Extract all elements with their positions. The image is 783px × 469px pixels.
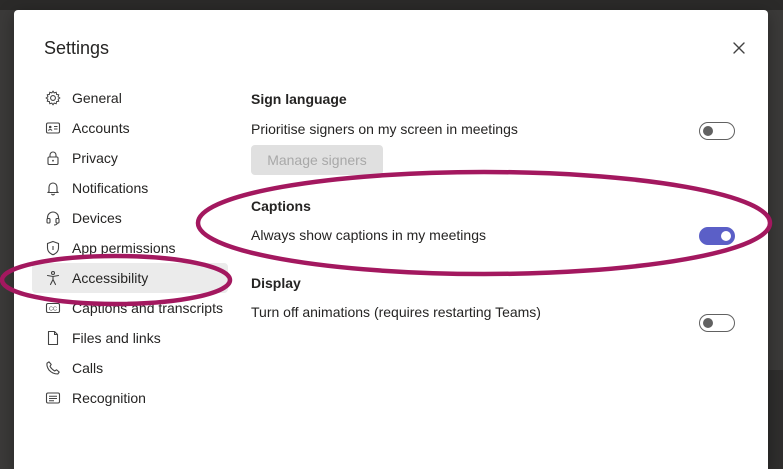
document-icon (44, 329, 62, 347)
shield-icon (44, 239, 62, 257)
phone-icon (44, 359, 62, 377)
nav-label: Devices (72, 210, 122, 226)
section-title-display: Display (251, 275, 301, 291)
settings-nav: General Accounts Privacy Notifications D… (32, 83, 228, 413)
always-show-captions-label: Always show captions in my meetings (251, 227, 486, 243)
nav-label: App permissions (72, 240, 176, 256)
section-title-sign-language: Sign language (251, 91, 347, 107)
bell-icon (44, 179, 62, 197)
svg-text:CC: CC (49, 306, 57, 312)
turn-off-animations-label: Turn off animations (requires restarting… (251, 304, 541, 320)
section-title-captions: Captions (251, 198, 311, 214)
headset-icon (44, 209, 62, 227)
nav-item-devices[interactable]: Devices (32, 203, 228, 233)
nav-item-privacy[interactable]: Privacy (32, 143, 228, 173)
nav-item-accessibility[interactable]: Accessibility (32, 263, 228, 293)
toggle-knob (721, 231, 731, 241)
nav-label: Calls (72, 360, 104, 376)
lock-icon (44, 149, 62, 167)
dialog-title: Settings (44, 38, 110, 58)
toggle-knob (703, 126, 713, 136)
close-button[interactable] (727, 36, 751, 60)
app-top-bar (0, 0, 783, 10)
manage-signers-button[interactable]: Manage signers (251, 145, 383, 175)
nav-item-calls[interactable]: Calls (32, 353, 228, 383)
turn-off-animations-toggle[interactable] (699, 314, 735, 332)
nav-label: Accounts (72, 120, 130, 136)
nav-label: Privacy (72, 150, 118, 166)
settings-dialog: Settings General Accounts Privacy Notifi… (14, 10, 768, 469)
nav-label: Captions and transcripts (72, 300, 223, 316)
nav-item-accounts[interactable]: Accounts (32, 113, 228, 143)
nav-item-notifications[interactable]: Notifications (32, 173, 228, 203)
close-icon (733, 42, 745, 54)
recognition-icon (44, 389, 62, 407)
prioritise-signers-toggle[interactable] (699, 122, 735, 140)
id-card-icon (44, 119, 62, 137)
nav-label: Recognition (72, 390, 146, 406)
nav-label: Files and links (72, 330, 161, 346)
nav-label: General (72, 90, 122, 106)
nav-item-recognition[interactable]: Recognition (32, 383, 228, 413)
toggle-knob (703, 318, 713, 328)
nav-item-app-permissions[interactable]: App permissions (32, 233, 228, 263)
nav-item-files-and-links[interactable]: Files and links (32, 323, 228, 353)
nav-item-captions-and-transcripts[interactable]: CC Captions and transcripts (32, 293, 228, 323)
nav-label: Accessibility (72, 270, 149, 286)
gear-icon (44, 89, 62, 107)
closed-captions-icon: CC (44, 299, 62, 317)
always-show-captions-toggle[interactable] (699, 227, 735, 245)
nav-item-general[interactable]: General (32, 83, 228, 113)
accessibility-icon (44, 269, 62, 287)
nav-label: Notifications (72, 180, 149, 196)
prioritise-signers-label: Prioritise signers on my screen in meeti… (251, 121, 518, 137)
